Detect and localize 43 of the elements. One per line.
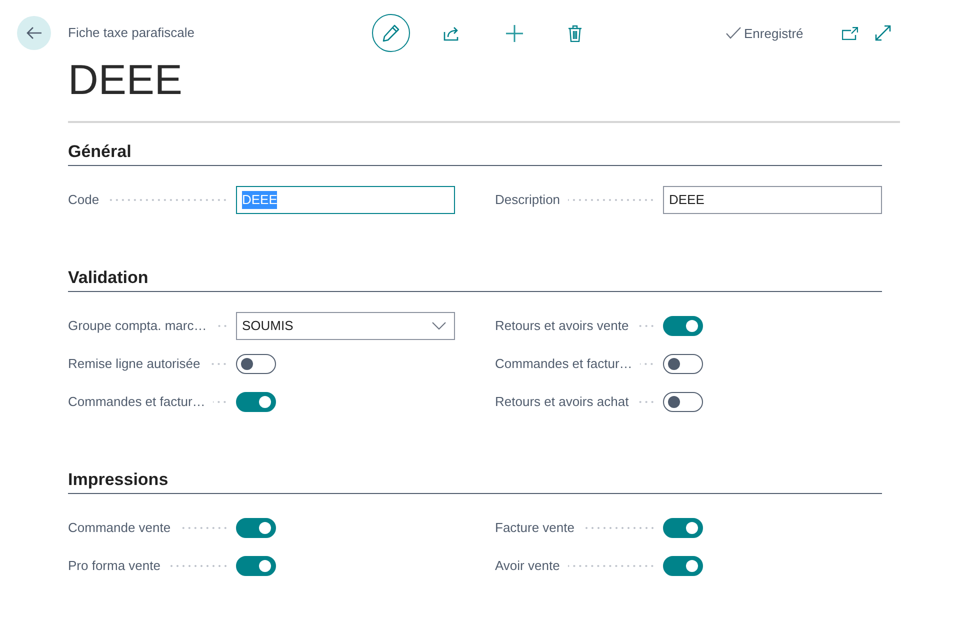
trash-icon[interactable]: [568, 24, 582, 42]
toggle-switch[interactable]: [663, 556, 703, 576]
section-heading: Général: [68, 142, 132, 161]
field-label: Facture vente: [495, 519, 574, 537]
field-label: Commandes et factur…: [495, 355, 632, 373]
dotted-leader: [636, 325, 655, 327]
checkmark-icon: [726, 27, 741, 39]
dropdown-field[interactable]: SOUMIS: [236, 312, 455, 340]
dotted-leader: [168, 565, 228, 567]
toggle-switch[interactable]: [663, 316, 703, 336]
field-label: Pro forma vente: [68, 557, 160, 575]
toggle-switch[interactable]: [663, 354, 703, 374]
field-label: Avoir vente: [495, 557, 560, 575]
field-label: Description: [495, 191, 560, 209]
field-label: Groupe compta. marc…: [68, 317, 207, 335]
page-title: DEEE: [68, 56, 182, 104]
open-in-new-window-icon[interactable]: [842, 26, 858, 40]
toggle-switch[interactable]: [663, 518, 703, 538]
expand-icon[interactable]: [875, 25, 891, 41]
dotted-leader: [636, 401, 655, 403]
toggle-switch[interactable]: [663, 392, 703, 412]
toggle-switch[interactable]: [236, 556, 276, 576]
arrow-left-icon: [26, 26, 42, 40]
field-label: Remise ligne autorisée: [68, 355, 200, 373]
plus-icon[interactable]: [506, 24, 523, 42]
text-field[interactable]: DEEE: [663, 186, 882, 214]
toggle-switch[interactable]: [236, 392, 276, 412]
save-status-text: Enregistré: [744, 26, 804, 40]
page-breadcrumb: Fiche taxe parafiscale: [68, 25, 194, 40]
field-label: Retours et avoirs vente: [495, 317, 629, 335]
section-heading: Validation: [68, 268, 148, 287]
share-icon[interactable]: [443, 25, 461, 41]
pencil-icon: [382, 24, 400, 42]
section-heading: Impressions: [68, 470, 168, 489]
toggle-switch[interactable]: [236, 354, 276, 374]
field-label: Commande vente: [68, 519, 171, 537]
toggle-switch[interactable]: [236, 518, 276, 538]
edit-button[interactable]: [372, 14, 410, 52]
field-label: Retours et avoirs achat: [495, 393, 629, 411]
field-label: Commandes et factur…: [68, 393, 206, 411]
chevron-down-icon: [432, 322, 446, 330]
field-label: Code: [68, 191, 100, 209]
back-button[interactable]: [17, 16, 51, 50]
